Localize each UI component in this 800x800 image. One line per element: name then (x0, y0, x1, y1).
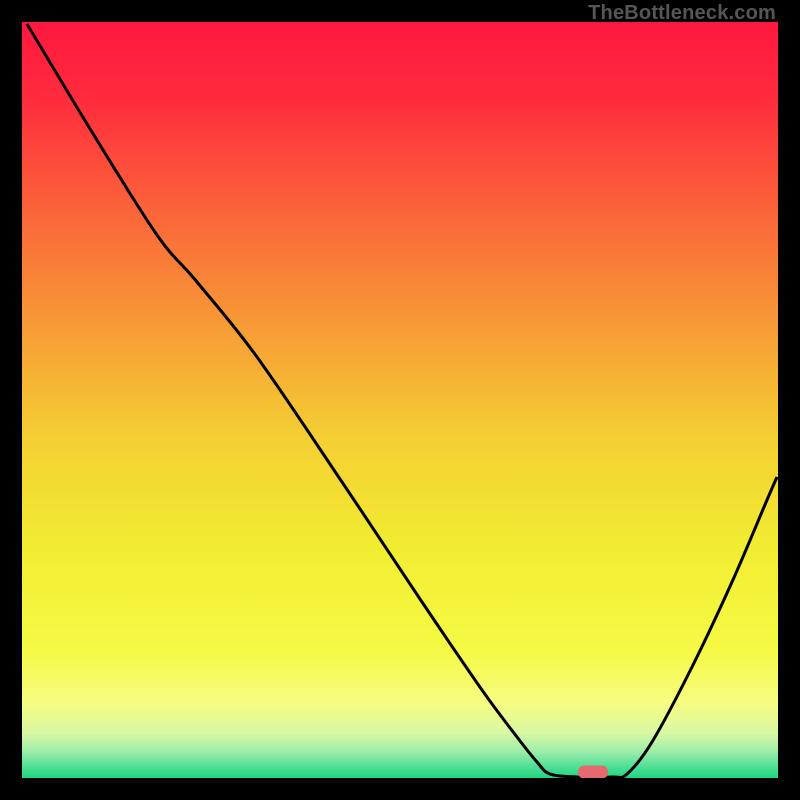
chart-frame (22, 22, 778, 778)
bottleneck-chart (22, 22, 778, 778)
optimal-point-marker (578, 766, 608, 779)
chart-background-gradient (22, 22, 778, 778)
